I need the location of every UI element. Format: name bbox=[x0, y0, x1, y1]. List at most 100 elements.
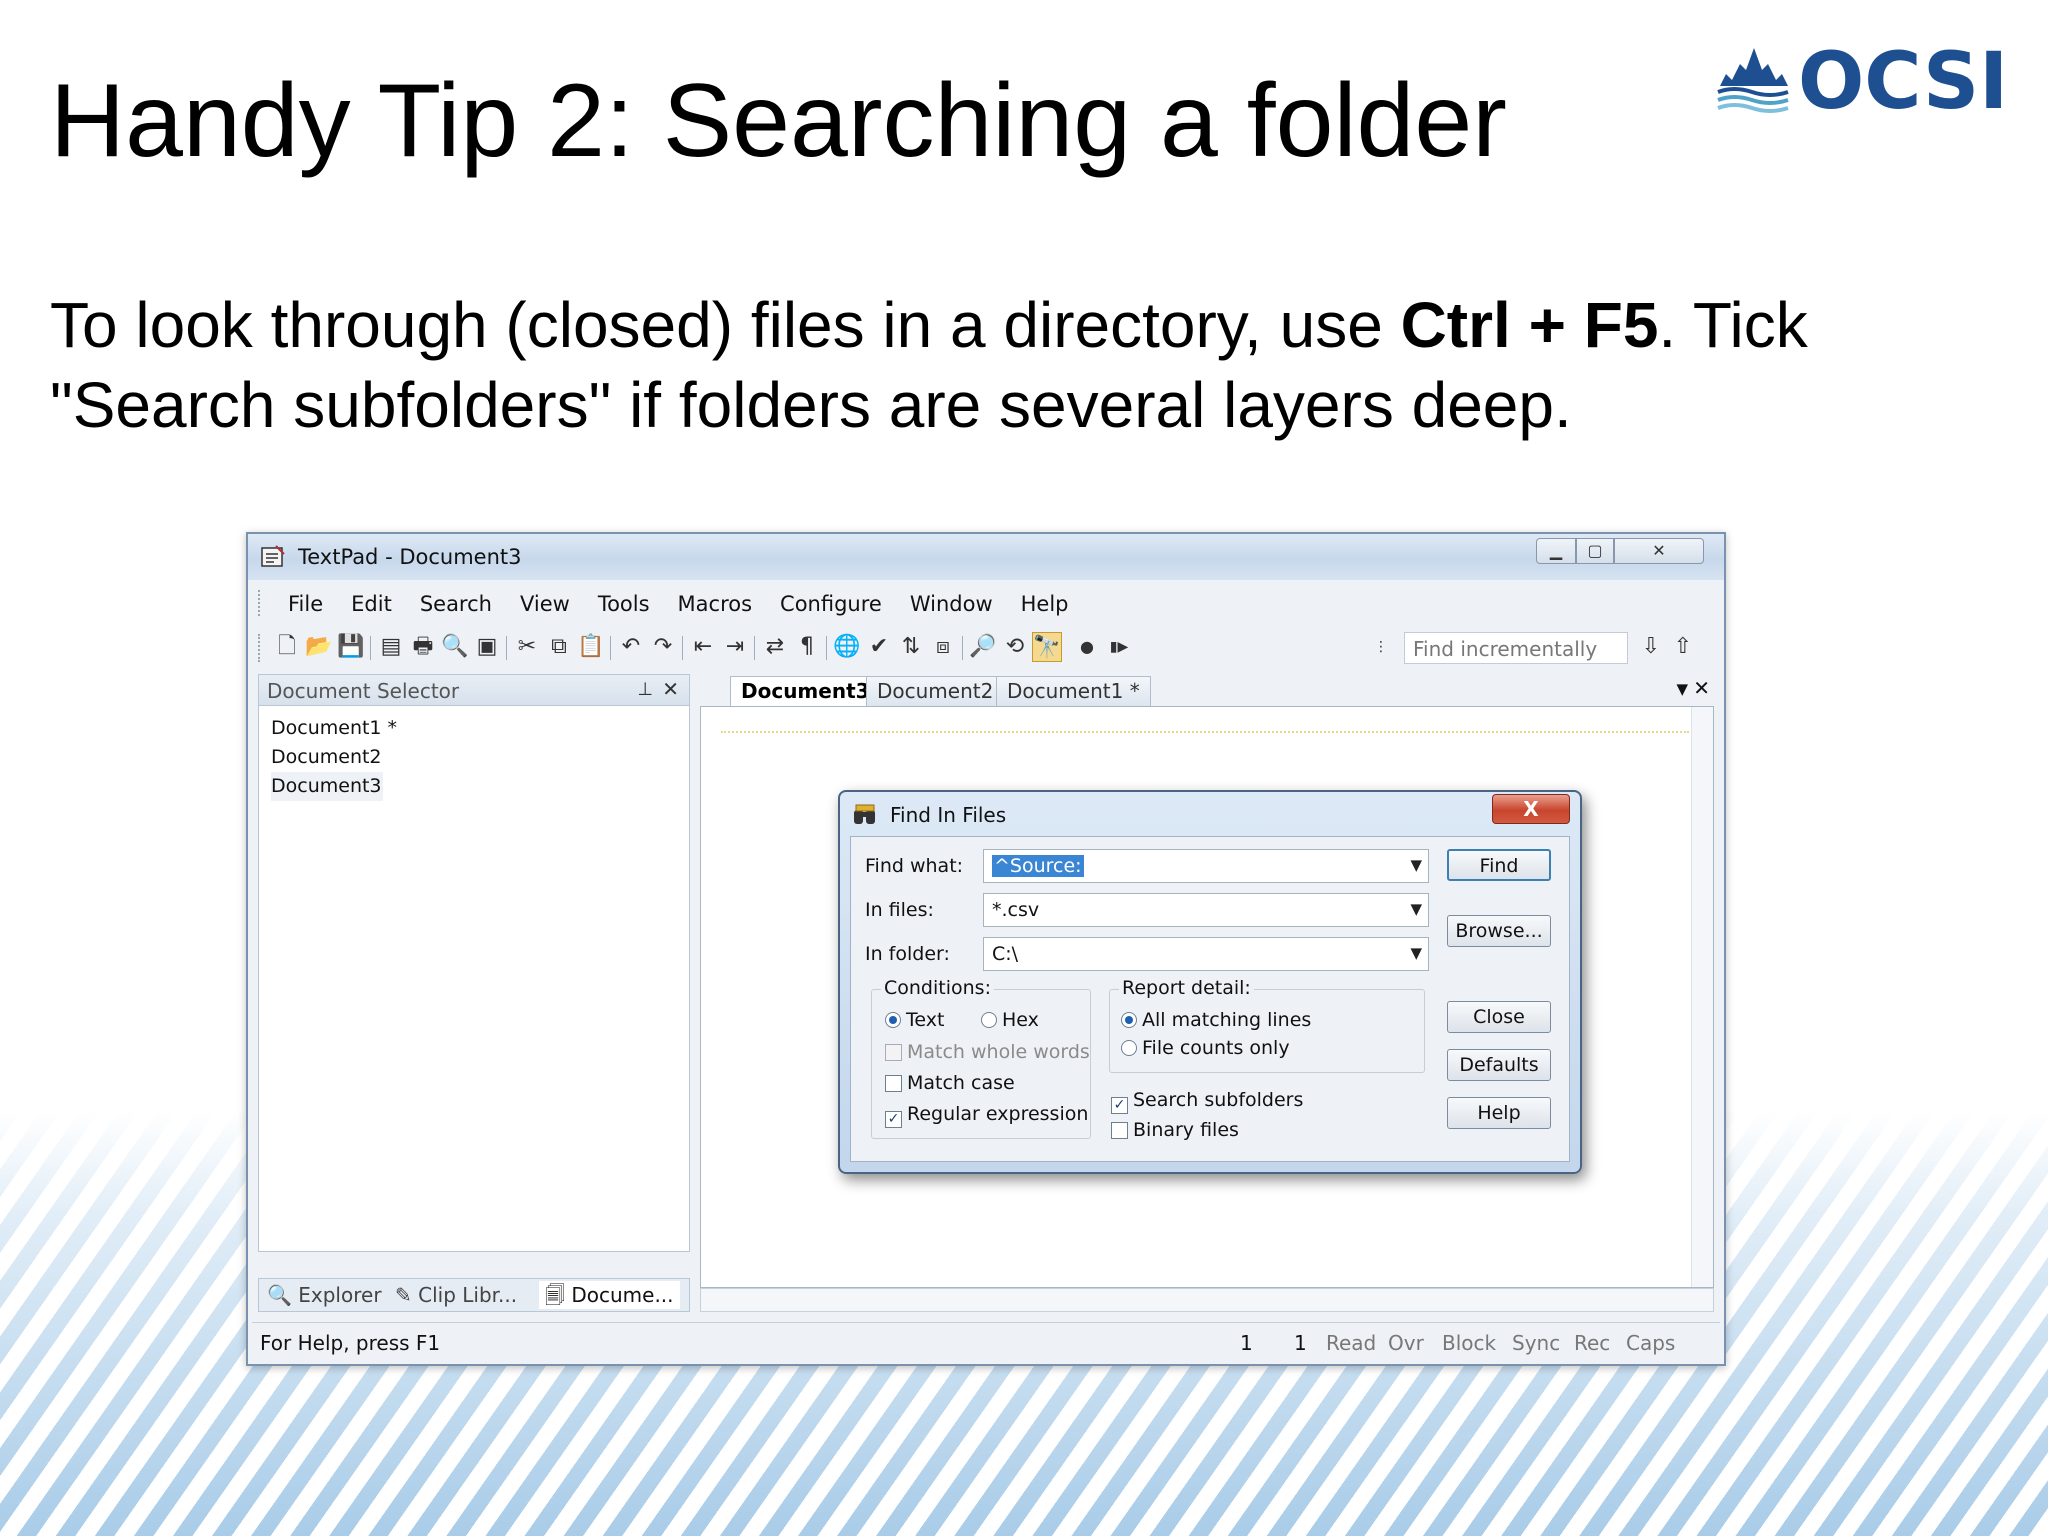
hex-radio[interactable]: Hex bbox=[981, 1009, 1039, 1031]
all-matching-lines-radio[interactable]: All matching lines bbox=[1121, 1009, 1311, 1031]
cut-icon[interactable]: ✂ bbox=[512, 632, 542, 662]
chevron-down-icon[interactable]: ▼ bbox=[1410, 900, 1422, 918]
replace-icon[interactable]: ⟲ bbox=[1000, 632, 1030, 662]
menu-configure[interactable]: Configure bbox=[766, 586, 896, 620]
panel-tabs: 🔍 Explorer ✎ Clip Libr... 🗐 Docume... bbox=[258, 1278, 690, 1312]
open-folder-icon[interactable]: 📂 bbox=[304, 632, 334, 662]
minimize-button[interactable]: ▁ bbox=[1536, 538, 1576, 564]
chevron-down-icon[interactable]: ▼ bbox=[1410, 944, 1422, 962]
menu-macros[interactable]: Macros bbox=[664, 586, 767, 620]
toolbar-overflow-icon[interactable]: ⋮ bbox=[1366, 632, 1396, 662]
pin-icon[interactable]: ⊥ bbox=[637, 679, 653, 700]
find-in-files-icon[interactable]: 🔭 bbox=[1032, 632, 1062, 662]
pilcrow-icon[interactable]: ¶ bbox=[792, 632, 822, 662]
explorer-icon: 🔍 bbox=[267, 1283, 292, 1307]
close-icon[interactable]: ✕ bbox=[1693, 676, 1710, 700]
text-radio[interactable]: Text bbox=[885, 1009, 944, 1031]
main-toolbar: 🗋 📂 💾 ▤ 🖶 🔍 ▣ ✂ ⧉ 📋 ↶ ↷ ⇤ ⇥ ⇄ ¶ 🌐 ✔ ⇅ ⧈ … bbox=[256, 628, 1716, 668]
sort-icon[interactable]: ⇅ bbox=[896, 632, 926, 662]
body-shortcut: Ctrl + F5 bbox=[1400, 289, 1659, 361]
tab-list-dropdown-icon[interactable]: ▼ bbox=[1676, 680, 1688, 698]
vertical-scrollbar[interactable] bbox=[1691, 707, 1713, 1287]
minimize-icon: ▁ bbox=[1549, 541, 1563, 560]
find-what-combobox[interactable]: ^Source: ▼ bbox=[983, 849, 1429, 883]
tab-document3[interactable]: Document3 bbox=[730, 676, 881, 706]
in-files-combobox[interactable]: *.csv ▼ bbox=[983, 893, 1429, 927]
menu-tools[interactable]: Tools bbox=[584, 586, 664, 620]
tab-clip-library-label: Clip Libr... bbox=[418, 1283, 518, 1307]
copy-icon[interactable]: ⧉ bbox=[544, 632, 574, 662]
slide-body-text: To look through (closed) files in a dire… bbox=[50, 285, 2000, 445]
in-folder-combobox[interactable]: C:\ ▼ bbox=[983, 937, 1429, 971]
dialog-close-button[interactable]: X bbox=[1492, 794, 1570, 824]
match-whole-words-checkbox[interactable]: Match whole words bbox=[885, 1041, 1090, 1063]
tab-document1[interactable]: Document1 * bbox=[996, 676, 1151, 706]
compare-icon[interactable]: ⧈ bbox=[928, 632, 958, 662]
horizontal-scrollbar[interactable] bbox=[700, 1288, 1714, 1312]
menu-edit[interactable]: Edit bbox=[337, 586, 406, 620]
menubar-grip[interactable] bbox=[258, 590, 262, 616]
binary-files-checkbox[interactable]: Binary files bbox=[1111, 1119, 1239, 1141]
toolbar-grip[interactable] bbox=[258, 634, 262, 662]
toolbar-separator bbox=[962, 636, 963, 660]
find-next-down-icon[interactable]: ⇩ bbox=[1636, 632, 1666, 662]
window-titlebar[interactable]: TextPad - Document3 ▁ ▢ ✕ bbox=[248, 534, 1724, 580]
globe-icon[interactable]: 🌐 bbox=[832, 632, 862, 662]
window-title: TextPad - Document3 bbox=[298, 545, 522, 569]
record-macro-icon[interactable]: ● bbox=[1072, 632, 1102, 662]
text-radio-label: Text bbox=[906, 1009, 945, 1031]
in-files-label: In files: bbox=[865, 899, 934, 921]
dialog-body: Find what: ^Source: ▼ Find In files: *.c… bbox=[850, 836, 1570, 1162]
regular-expression-label: Regular expression bbox=[907, 1103, 1089, 1125]
file-counts-only-radio[interactable]: File counts only bbox=[1121, 1037, 1290, 1059]
window-close-button[interactable]: ✕ bbox=[1614, 538, 1704, 564]
search-subfolders-checkbox[interactable]: ✓ Search subfolders bbox=[1111, 1089, 1303, 1114]
defaults-button[interactable]: Defaults bbox=[1447, 1049, 1551, 1081]
menu-view[interactable]: View bbox=[506, 586, 584, 620]
radio-selected-icon bbox=[885, 1012, 901, 1028]
find-incrementally-input[interactable]: Find incrementally bbox=[1404, 632, 1628, 664]
indent-icon[interactable]: ⇥ bbox=[720, 632, 750, 662]
chevron-down-icon[interactable]: ▼ bbox=[1410, 856, 1422, 874]
close-button[interactable]: Close bbox=[1447, 1001, 1551, 1033]
undo-icon[interactable]: ↶ bbox=[616, 632, 646, 662]
regular-expression-checkbox[interactable]: ✓ Regular expression bbox=[885, 1103, 1088, 1128]
menu-file[interactable]: File bbox=[274, 586, 337, 620]
editor-tabs: Document3 Document2 Document1 * ▼ ✕ bbox=[700, 674, 1716, 706]
tab-document2[interactable]: Document2 bbox=[866, 676, 1005, 706]
find-button[interactable]: Find bbox=[1447, 849, 1551, 881]
outdent-icon[interactable]: ⇤ bbox=[688, 632, 718, 662]
status-help-text: For Help, press F1 bbox=[260, 1331, 441, 1355]
menu-help[interactable]: Help bbox=[1007, 586, 1083, 620]
print-icon[interactable]: 🖶 bbox=[408, 632, 438, 662]
new-file-icon[interactable]: 🗋 bbox=[272, 632, 302, 662]
document-list-item[interactable]: Document2 bbox=[271, 743, 677, 772]
menu-window[interactable]: Window bbox=[896, 586, 1007, 620]
print-preview-icon[interactable]: 🔍 bbox=[440, 632, 470, 662]
document-list-item[interactable]: Document1 * bbox=[271, 714, 677, 743]
find-previous-up-icon[interactable]: ⇧ bbox=[1668, 632, 1698, 662]
help-button[interactable]: Help bbox=[1447, 1097, 1551, 1129]
browse-button[interactable]: Browse... bbox=[1447, 915, 1551, 947]
match-case-label: Match case bbox=[907, 1072, 1015, 1094]
document-list-item[interactable]: Document3 bbox=[271, 772, 383, 801]
word-wrap-icon[interactable]: ⇄ bbox=[760, 632, 790, 662]
maximize-button[interactable]: ▢ bbox=[1576, 538, 1614, 564]
redo-icon[interactable]: ↷ bbox=[648, 632, 678, 662]
tab-clip-library[interactable]: ✎ Clip Libr... bbox=[395, 1281, 517, 1309]
tab-explorer[interactable]: 🔍 Explorer bbox=[267, 1281, 382, 1309]
play-macro-icon[interactable]: ▮▶ bbox=[1104, 632, 1134, 662]
status-ovr: Ovr bbox=[1388, 1331, 1424, 1355]
toolbar-separator bbox=[370, 636, 371, 660]
tab-documents[interactable]: 🗐 Docume... bbox=[539, 1281, 680, 1309]
save-all-icon[interactable]: ▤ bbox=[376, 632, 406, 662]
spell-check-icon[interactable]: ✔ bbox=[864, 632, 894, 662]
close-icon: X bbox=[1523, 797, 1539, 821]
paste-icon[interactable]: 📋 bbox=[576, 632, 606, 662]
find-icon[interactable]: 🔎 bbox=[968, 632, 998, 662]
document-properties-icon[interactable]: ▣ bbox=[472, 632, 502, 662]
match-case-checkbox[interactable]: Match case bbox=[885, 1072, 1015, 1094]
save-icon[interactable]: 💾 bbox=[336, 632, 366, 662]
menu-search[interactable]: Search bbox=[406, 586, 506, 620]
close-icon[interactable]: ✕ bbox=[662, 677, 679, 701]
